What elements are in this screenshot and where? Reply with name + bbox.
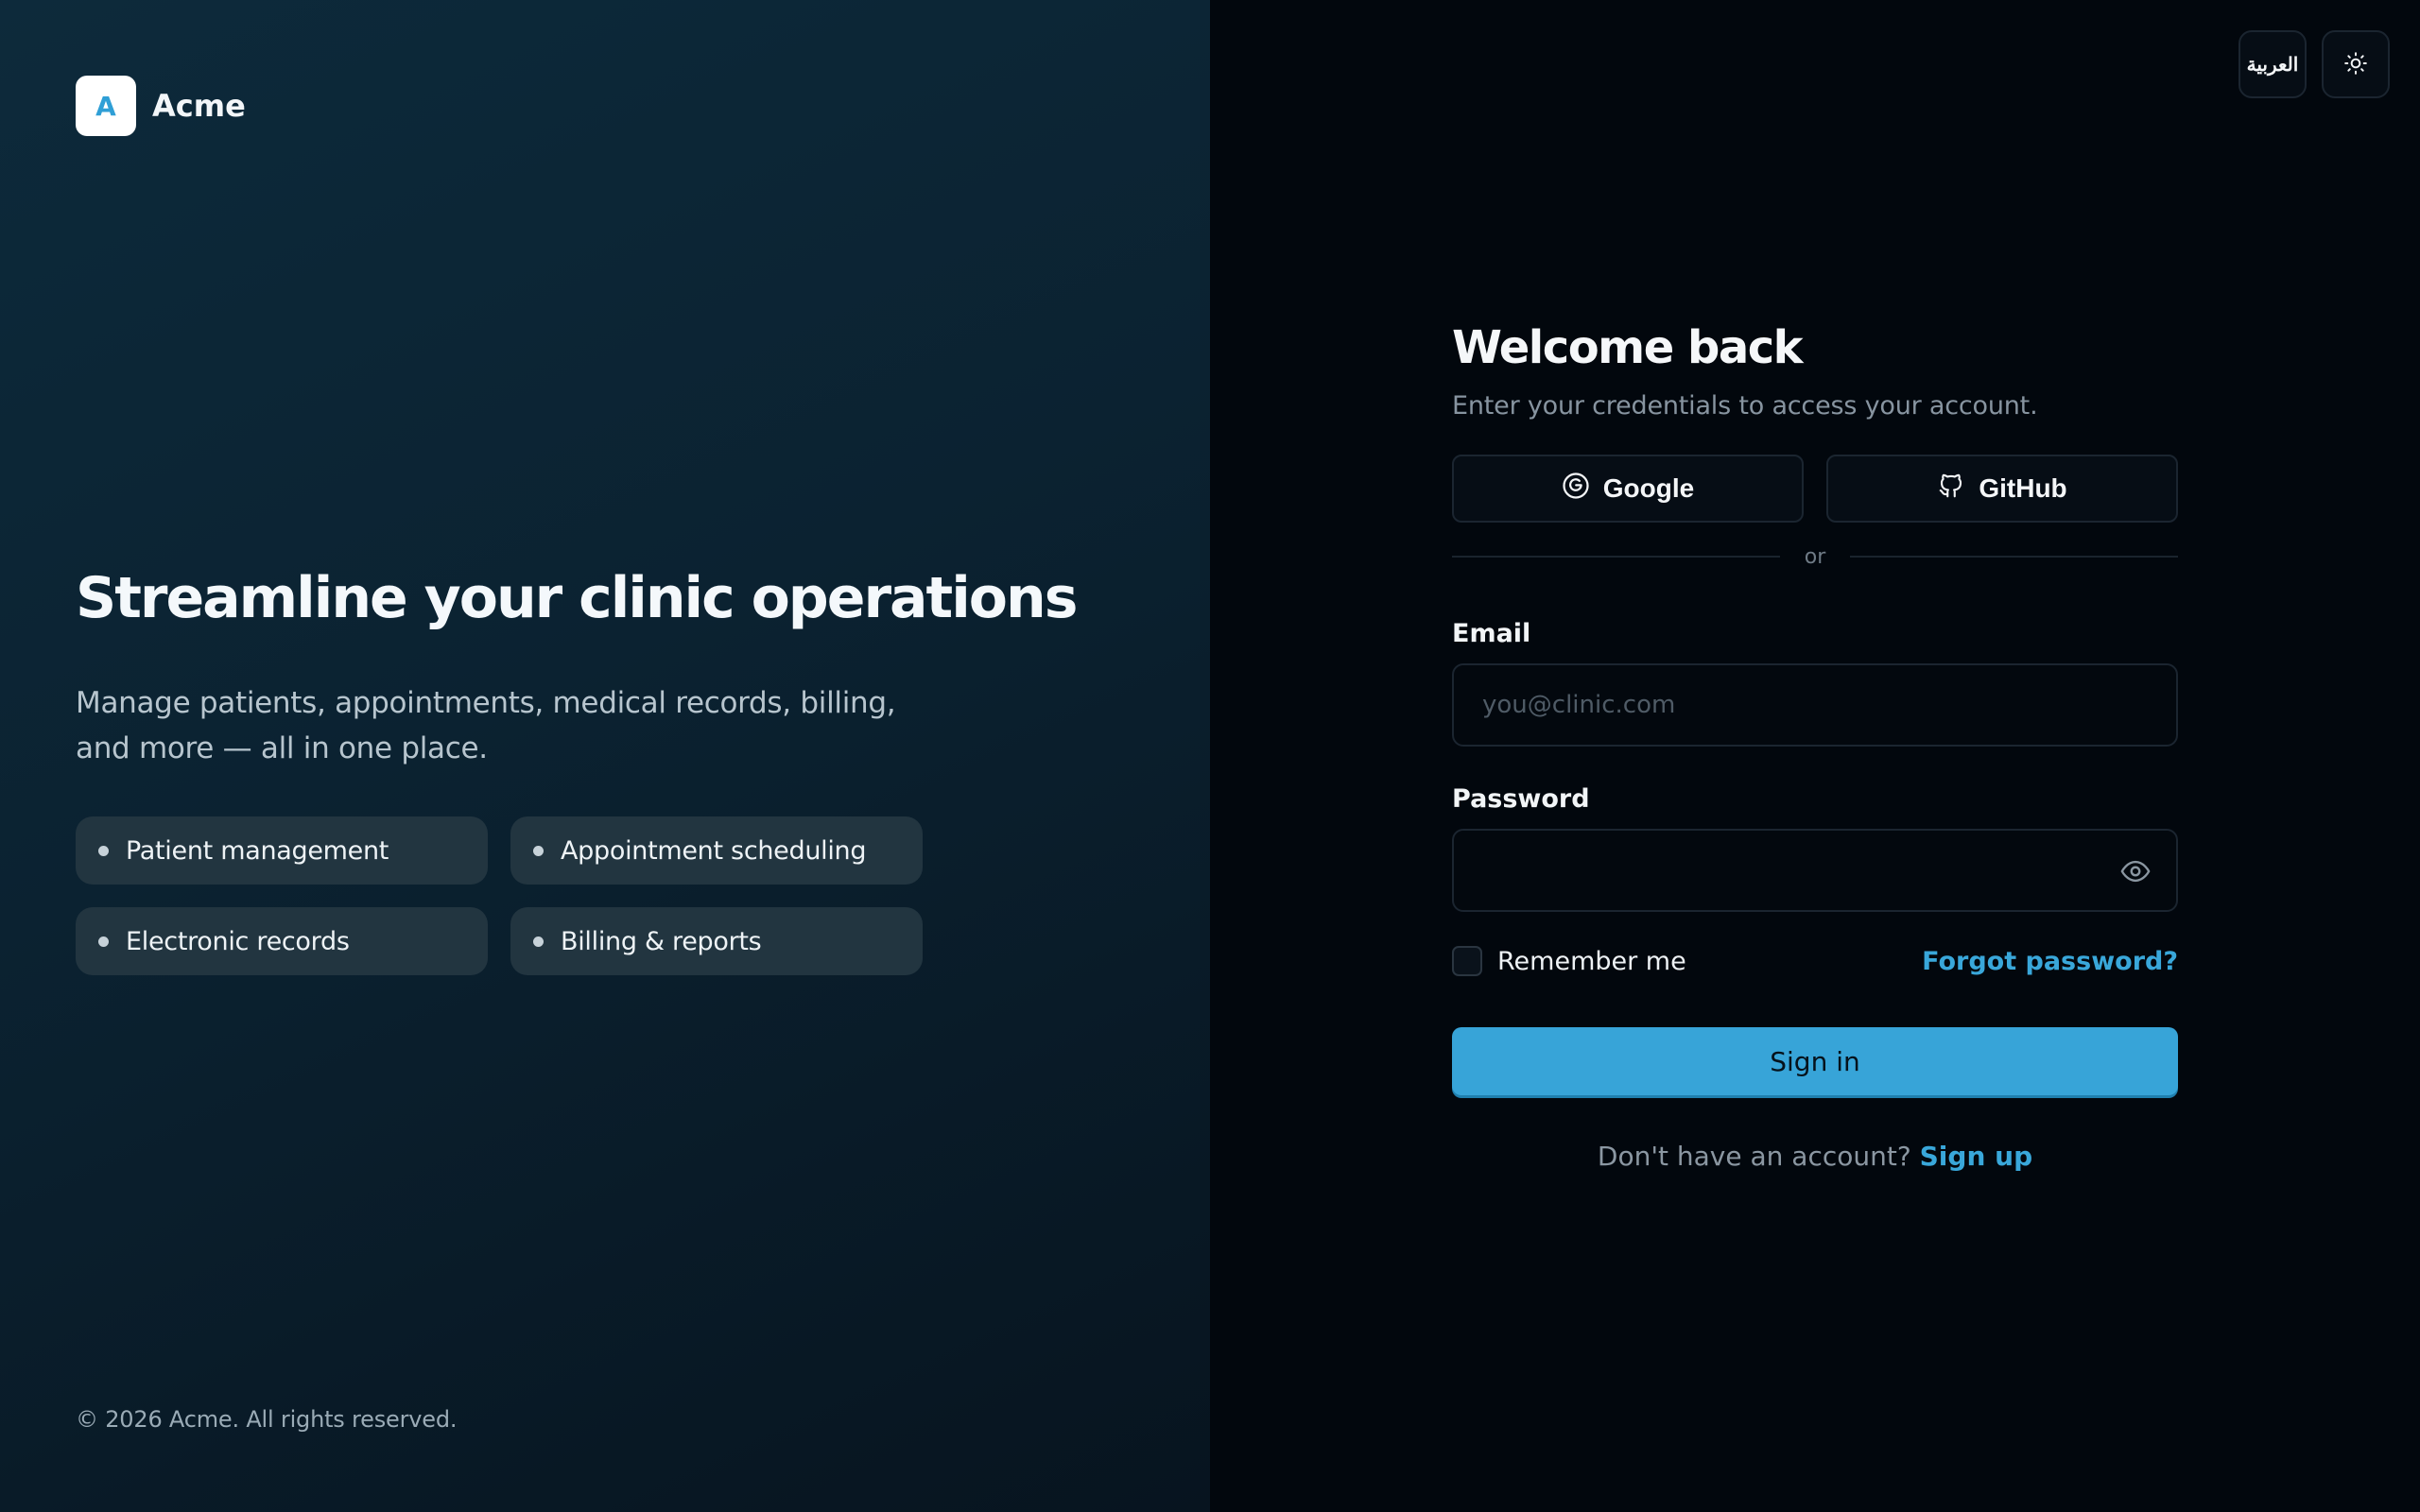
login-page: A Acme Streamline your clinic operations… <box>0 0 2420 1512</box>
language-switch-button[interactable]: العربية <box>2238 30 2307 98</box>
feature-label: Electronic records <box>126 926 350 956</box>
brand[interactable]: A Acme <box>76 76 246 136</box>
feature-list: Patient management Appointment schedulin… <box>76 816 923 975</box>
google-icon <box>1562 472 1603 507</box>
google-signin-button[interactable]: Google <box>1452 455 1804 523</box>
feature-chip: Electronic records <box>76 907 488 975</box>
remember-me-label: Remember me <box>1497 946 1686 976</box>
password-field-wrapper <box>1452 829 2178 912</box>
sign-up-link[interactable]: Sign up <box>1920 1141 2032 1172</box>
login-form: Welcome back Enter your credentials to a… <box>1452 321 2179 1172</box>
language-label: العربية <box>2246 54 2299 76</box>
feature-chip: Appointment scheduling <box>510 816 923 885</box>
password-field[interactable] <box>1482 856 2148 885</box>
github-label: GitHub <box>1979 473 2067 503</box>
hero-title: Streamline your clinic operations <box>76 565 1078 631</box>
feature-chip: Billing & reports <box>510 907 923 975</box>
remember-me-checkbox[interactable] <box>1452 946 1482 976</box>
bullet-icon <box>533 936 544 947</box>
password-label: Password <box>1452 784 1590 814</box>
sign-in-button[interactable]: Sign in <box>1452 1027 2178 1095</box>
bullet-icon <box>98 845 109 856</box>
bullet-icon <box>533 845 544 856</box>
show-password-eye-icon[interactable] <box>2119 855 2152 891</box>
brand-name: Acme <box>152 88 246 124</box>
form-title: Welcome back <box>1452 321 1804 374</box>
divider-line <box>1850 556 2179 558</box>
oauth-buttons: Google GitHub <box>1452 455 2178 523</box>
divider-text: or <box>1804 544 1826 569</box>
email-field[interactable] <box>1482 691 2148 719</box>
hero-description: Manage patients, appointments, medical r… <box>76 686 896 765</box>
sun-icon <box>2343 51 2368 78</box>
forgot-password-link[interactable]: Forgot password? <box>1922 947 2178 976</box>
signup-prompt-row: Don't have an account? Sign up <box>1452 1141 2178 1172</box>
marketing-panel: A Acme Streamline your clinic operations… <box>0 0 1210 1512</box>
form-subtitle: Enter your credentials to access your ac… <box>1452 391 2038 421</box>
form-options-row: Remember me Forgot password? <box>1452 944 2178 978</box>
feature-label: Billing & reports <box>561 926 762 956</box>
remember-me-control[interactable]: Remember me <box>1452 946 1686 976</box>
brand-logo: A <box>76 76 136 136</box>
copyright-text: © 2026 Acme. All rights reserved. <box>76 1406 458 1433</box>
feature-chip: Patient management <box>76 816 488 885</box>
email-label: Email <box>1452 619 1531 648</box>
or-divider: or <box>1452 538 2179 576</box>
theme-toggle-button[interactable] <box>2322 30 2390 98</box>
email-field-wrapper <box>1452 663 2178 747</box>
divider-line <box>1452 556 1780 558</box>
signup-prompt-text: Don't have an account? <box>1597 1141 1911 1172</box>
bullet-icon <box>98 936 109 947</box>
google-label: Google <box>1602 473 1695 503</box>
github-icon <box>1937 472 1979 507</box>
brand-logo-letter: A <box>95 90 116 122</box>
feature-label: Patient management <box>126 835 389 866</box>
github-signin-button[interactable]: GitHub <box>1826 455 2178 523</box>
auth-panel: العربية Welcome back Enter your credenti… <box>1210 0 2420 1512</box>
feature-label: Appointment scheduling <box>561 835 867 866</box>
